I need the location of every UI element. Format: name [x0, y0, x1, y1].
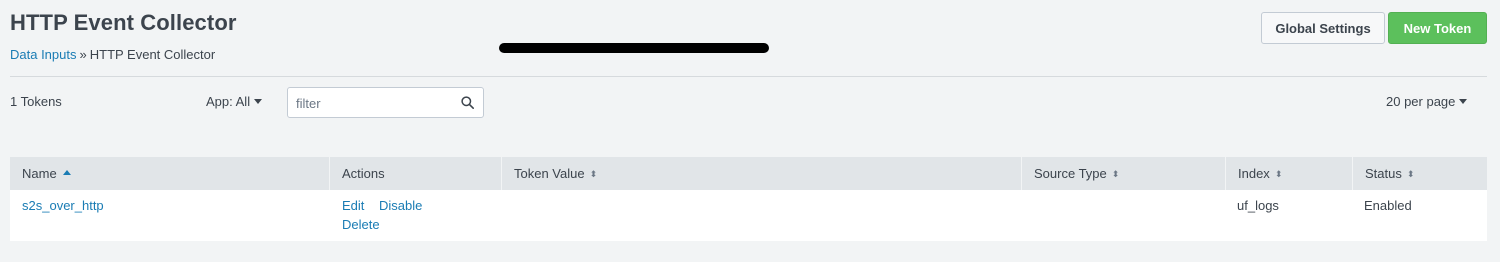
sort-icon: ⬍: [1406, 169, 1415, 179]
caret-down-icon: [1459, 99, 1468, 105]
global-settings-button[interactable]: Global Settings: [1261, 12, 1385, 44]
filter-box: [287, 87, 484, 118]
header-divider: [10, 76, 1487, 77]
column-header-index[interactable]: Index ⬍: [1225, 157, 1352, 190]
filter-input[interactable]: [296, 94, 456, 112]
breadcrumb-current: HTTP Event Collector: [89, 47, 216, 62]
sort-icon: ⬍: [1111, 169, 1120, 179]
disable-action[interactable]: Disable: [379, 198, 422, 213]
token-count: 1 Tokens: [10, 94, 62, 109]
row-status: Enabled: [1364, 198, 1412, 213]
app-filter-dropdown[interactable]: App: All: [206, 94, 263, 109]
column-header-token-value[interactable]: Token Value ⬍: [501, 157, 1021, 190]
per-page-label: 20 per page: [1386, 94, 1456, 109]
table-header: Name Actions Token Value ⬍ Source Type ⬍ I…: [10, 157, 1487, 190]
sort-icon: ⬍: [1274, 169, 1283, 179]
breadcrumb-data-inputs-link[interactable]: Data Inputs: [10, 47, 77, 62]
token-name-link[interactable]: s2s_over_http: [22, 198, 104, 213]
tokens-table: Name Actions Token Value ⬍ Source Type ⬍ I…: [10, 157, 1487, 241]
new-token-button[interactable]: New Token: [1388, 12, 1487, 44]
redacted-token-value: [499, 43, 769, 53]
sort-asc-icon: [62, 170, 71, 175]
column-header-status[interactable]: Status ⬍: [1352, 157, 1487, 190]
edit-action[interactable]: Edit: [342, 198, 364, 213]
search-icon[interactable]: [461, 96, 474, 109]
sort-icon: ⬍: [589, 169, 598, 179]
row-actions: Edit Disable Delete: [342, 196, 422, 234]
table-row: s2s_over_http Edit Disable Delete uf_log…: [10, 190, 1487, 241]
column-header-actions: Actions: [329, 157, 501, 190]
caret-down-icon: [254, 99, 263, 105]
breadcrumb: Data Inputs» HTTP Event Collector: [10, 47, 215, 62]
delete-action[interactable]: Delete: [342, 217, 380, 232]
column-header-name[interactable]: Name: [10, 157, 329, 190]
page-title: HTTP Event Collector: [10, 10, 237, 35]
app-filter-label: App: All: [206, 94, 251, 109]
column-header-source-type[interactable]: Source Type ⬍: [1021, 157, 1225, 190]
per-page-dropdown[interactable]: 20 per page: [1386, 94, 1468, 109]
breadcrumb-separator: »: [79, 47, 87, 62]
row-index: uf_logs: [1237, 198, 1279, 213]
